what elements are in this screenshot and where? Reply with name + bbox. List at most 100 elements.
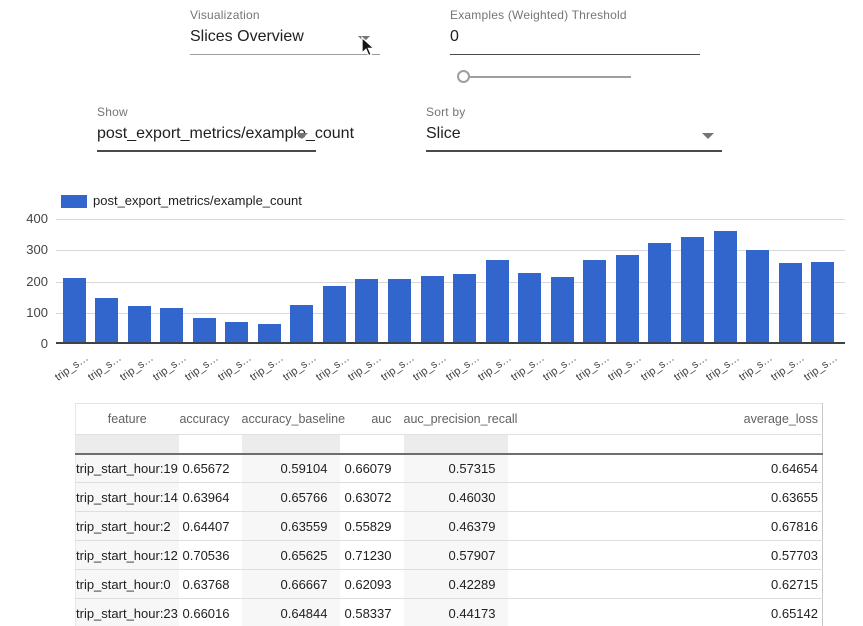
chart-bar[interactable] bbox=[714, 231, 737, 342]
chart-bar[interactable] bbox=[225, 322, 248, 342]
x-axis-tick-label: trip_s… bbox=[541, 352, 579, 384]
x-axis-tick-label: trip_s… bbox=[769, 352, 807, 384]
metric-cell: 0.42289 bbox=[404, 570, 508, 599]
filter-cell[interactable] bbox=[404, 435, 508, 454]
metric-cell: 0.55829 bbox=[340, 512, 404, 541]
chart-bar[interactable] bbox=[746, 250, 769, 342]
mouse-cursor-icon bbox=[358, 36, 378, 58]
x-axis-tick-label: trip_s… bbox=[606, 352, 644, 384]
metric-cell: 0.67816 bbox=[508, 512, 823, 541]
chart-bar[interactable] bbox=[811, 262, 834, 342]
column-header-accuracy_baseline[interactable]: accuracy_baseline bbox=[242, 404, 340, 435]
chart-bar[interactable] bbox=[95, 298, 118, 342]
table-row[interactable]: trip_start_hour:20.644070.635590.558290.… bbox=[76, 512, 823, 541]
x-axis-tick-label: trip_s… bbox=[183, 352, 221, 384]
chart-bar[interactable] bbox=[648, 243, 671, 342]
metric-cell: 0.71230 bbox=[340, 541, 404, 570]
column-header-average_loss[interactable]: average_loss bbox=[508, 404, 823, 435]
show-value: post_export_metrics/example_count bbox=[97, 125, 316, 149]
chart-bar[interactable] bbox=[258, 324, 281, 342]
metric-cell: 0.64407 bbox=[179, 512, 242, 541]
feature-cell: trip_start_hour:19 bbox=[76, 454, 179, 483]
chevron-down-icon[interactable] bbox=[702, 133, 714, 139]
chart-bar[interactable] bbox=[128, 306, 151, 342]
filter-cell[interactable] bbox=[242, 435, 340, 454]
visualization-select[interactable]: Visualization Slices Overview bbox=[190, 8, 380, 55]
metric-cell: 0.66667 bbox=[242, 570, 340, 599]
column-header-auc_precision_recall[interactable]: auc_precision_recall bbox=[404, 404, 508, 435]
metric-cell: 0.65625 bbox=[242, 541, 340, 570]
table-row[interactable]: trip_start_hour:140.639640.657660.630720… bbox=[76, 483, 823, 512]
filter-cell[interactable] bbox=[340, 435, 404, 454]
metric-cell: 0.63768 bbox=[179, 570, 242, 599]
x-axis-tick-label: trip_s… bbox=[509, 352, 547, 384]
visualization-label: Visualization bbox=[190, 8, 380, 22]
metric-cell: 0.65672 bbox=[179, 454, 242, 483]
x-axis-tick-label: trip_s… bbox=[53, 352, 91, 384]
chart-bar[interactable] bbox=[779, 263, 802, 342]
metric-cell: 0.63072 bbox=[340, 483, 404, 512]
chart-bar[interactable] bbox=[193, 318, 216, 342]
chart-bar[interactable] bbox=[453, 274, 476, 342]
chart-bar[interactable] bbox=[551, 277, 574, 342]
metric-cell: 0.64844 bbox=[242, 599, 340, 626]
filter-cell[interactable] bbox=[76, 435, 179, 454]
threshold-input[interactable]: Examples (Weighted) Threshold 0 bbox=[450, 8, 700, 55]
x-axis-tick-label: trip_s… bbox=[216, 352, 254, 384]
x-axis-tick-label: trip_s… bbox=[802, 352, 840, 384]
table-row[interactable]: trip_start_hour:00.637680.666670.620930.… bbox=[76, 570, 823, 599]
chart-bar[interactable] bbox=[63, 278, 86, 342]
table-filter-row bbox=[76, 435, 823, 454]
table-row[interactable]: trip_start_hour:190.656720.591040.660790… bbox=[76, 454, 823, 483]
chevron-down-icon[interactable] bbox=[296, 133, 308, 139]
metric-cell: 0.59104 bbox=[242, 454, 340, 483]
table-body: trip_start_hour:190.656720.591040.660790… bbox=[76, 454, 823, 626]
slider-track[interactable] bbox=[464, 76, 631, 78]
field-underline bbox=[97, 150, 316, 152]
x-axis-tick-label: trip_s… bbox=[378, 352, 416, 384]
column-header-accuracy[interactable]: accuracy bbox=[179, 404, 242, 435]
column-header-auc[interactable]: auc bbox=[340, 404, 404, 435]
y-axis-tick-label: 100 bbox=[0, 305, 48, 320]
feature-cell: trip_start_hour:0 bbox=[76, 570, 179, 599]
chart-bar[interactable] bbox=[616, 255, 639, 342]
x-axis-tick-label: trip_s… bbox=[574, 352, 612, 384]
column-header-feature[interactable]: feature bbox=[76, 404, 179, 435]
chart-bar[interactable] bbox=[160, 308, 183, 342]
chart-bar[interactable] bbox=[323, 286, 346, 342]
table-row[interactable]: trip_start_hour:230.660160.648440.583370… bbox=[76, 599, 823, 626]
y-axis-tick-label: 400 bbox=[0, 211, 48, 226]
sort-by-select[interactable]: Sort by Slice bbox=[426, 105, 722, 152]
metric-cell: 0.44173 bbox=[404, 599, 508, 626]
metric-cell: 0.66016 bbox=[179, 599, 242, 626]
chart-bar[interactable] bbox=[290, 305, 313, 343]
metric-cell: 0.46030 bbox=[404, 483, 508, 512]
metric-cell: 0.65766 bbox=[242, 483, 340, 512]
table-row[interactable]: trip_start_hour:120.705360.656250.712300… bbox=[76, 541, 823, 570]
threshold-slider[interactable] bbox=[457, 70, 633, 85]
show-label: Show bbox=[97, 105, 316, 119]
x-axis-tick-label: trip_s… bbox=[476, 352, 514, 384]
table-header-row: featureaccuracyaccuracy_baselineaucauc_p… bbox=[76, 404, 823, 435]
chart-bar[interactable] bbox=[421, 276, 444, 342]
filter-cell[interactable] bbox=[179, 435, 242, 454]
chart-bar[interactable] bbox=[518, 273, 541, 342]
x-axis-tick-label: trip_s… bbox=[444, 352, 482, 384]
x-axis-tick-label: trip_s… bbox=[639, 352, 677, 384]
chart-bar[interactable] bbox=[486, 260, 509, 342]
metric-cell: 0.62715 bbox=[508, 570, 823, 599]
feature-cell: trip_start_hour:23 bbox=[76, 599, 179, 626]
show-select[interactable]: Show post_export_metrics/example_count bbox=[97, 105, 316, 152]
x-axis-tick-label: trip_s… bbox=[151, 352, 189, 384]
feature-cell: trip_start_hour:2 bbox=[76, 512, 179, 541]
filter-cell[interactable] bbox=[508, 435, 823, 454]
x-axis-tick-label: trip_s… bbox=[346, 352, 384, 384]
metric-cell: 0.57703 bbox=[508, 541, 823, 570]
chart-bar[interactable] bbox=[388, 279, 411, 342]
chart-bar[interactable] bbox=[681, 237, 704, 342]
x-axis-tick-label: trip_s… bbox=[313, 352, 351, 384]
y-axis-tick-label: 300 bbox=[0, 242, 48, 257]
chart-bar[interactable] bbox=[355, 279, 378, 342]
slider-thumb[interactable] bbox=[457, 70, 470, 83]
chart-bar[interactable] bbox=[583, 260, 606, 342]
